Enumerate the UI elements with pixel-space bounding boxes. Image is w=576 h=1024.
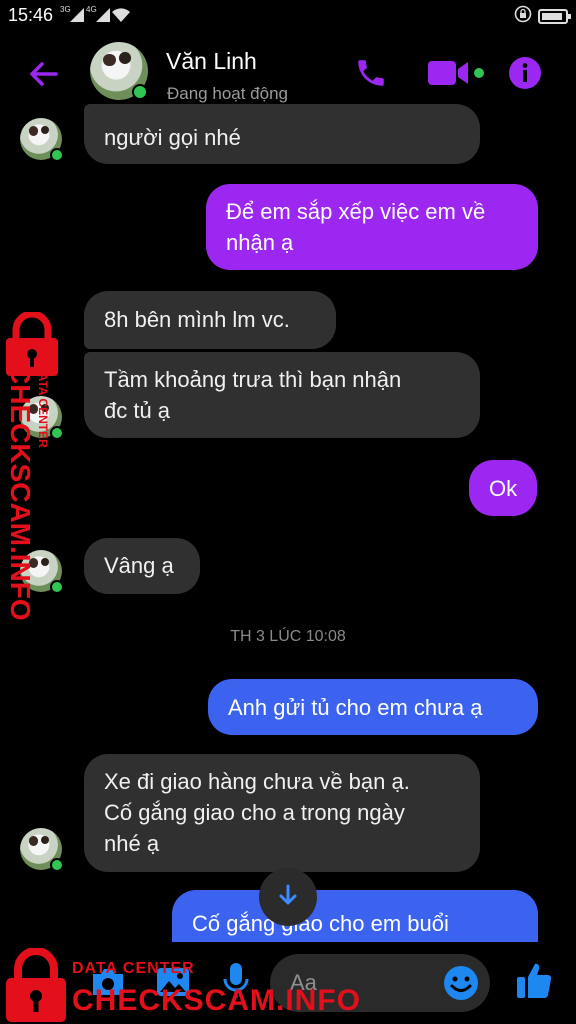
message-text: Cố gắng giao cho em buổi xyxy=(192,911,449,936)
phone-icon[interactable] xyxy=(354,56,388,95)
contact-avatar[interactable] xyxy=(90,42,148,100)
info-icon[interactable] xyxy=(508,56,542,95)
message-text: người gọi nhé xyxy=(104,125,241,150)
signal-icon-2 xyxy=(96,8,110,22)
lock-logo-icon xyxy=(6,948,66,1022)
online-indicator xyxy=(50,858,64,872)
message-text: Để em sắp xếp việc em về nhận ạ xyxy=(226,199,486,255)
battery-icon xyxy=(538,9,571,24)
signal-icon xyxy=(70,8,84,22)
message-bubble-outgoing[interactable]: Ok xyxy=(469,460,537,516)
message-text: Tầm khoảng trưa thì bạn nhận đc tủ ạ xyxy=(104,367,402,423)
status-time: 15:46 xyxy=(8,5,54,25)
thumbs-up-icon[interactable] xyxy=(516,962,552,1005)
contact-name[interactable]: Văn Linh xyxy=(166,48,257,75)
watermark-subtext-vertical: DATA CENTER xyxy=(36,364,50,448)
online-indicator xyxy=(50,148,64,162)
contact-status: Đang hoạt động xyxy=(167,84,288,103)
message-bubble-incoming[interactable]: Tầm khoảng trưa thì bạn nhận đc tủ ạ xyxy=(84,352,480,438)
scroll-to-bottom-button[interactable] xyxy=(259,868,317,926)
watermark-text: CHECKSCAM.INFO xyxy=(72,984,361,1017)
message-text: 8h bên mình lm vc. xyxy=(104,307,290,332)
online-indicator xyxy=(132,84,148,100)
wifi-icon xyxy=(112,8,130,22)
message-text: Anh gửi tủ cho em chưa ạ xyxy=(228,695,483,720)
message-text: Ok xyxy=(489,476,518,501)
video-online-indicator xyxy=(472,66,486,80)
message-text: Vâng ạ xyxy=(104,553,174,578)
status-bar: 15:46 3G 4G xyxy=(0,0,576,32)
lock-rotation-icon xyxy=(514,5,532,28)
message-bubble-incoming[interactable]: Vâng ạ xyxy=(84,538,200,594)
message-bubble-incoming[interactable]: 8h bên mình lm vc. xyxy=(84,291,336,349)
watermark-vertical: CHECKSCAM.INFO DATA CENTER xyxy=(0,312,60,621)
sender-avatar[interactable] xyxy=(20,118,64,162)
sender-avatar[interactable] xyxy=(20,828,64,872)
message-text: Xe đi giao hàng chưa về bạn ạ. Cố gắng g… xyxy=(104,769,410,856)
video-camera-icon[interactable] xyxy=(428,58,470,93)
message-bubble-outgoing[interactable]: Anh gửi tủ cho em chưa ạ xyxy=(208,679,538,735)
emoji-icon[interactable] xyxy=(442,964,480,1007)
watermark-subtext: DATA CENTER xyxy=(72,960,195,977)
arrow-down-icon xyxy=(275,882,301,913)
online-indicator xyxy=(50,580,64,594)
timestamp-divider: TH 3 LÚC 10:08 xyxy=(230,628,346,645)
message-bubble-incoming[interactable]: người gọi nhé xyxy=(84,104,480,164)
back-arrow-icon[interactable] xyxy=(26,56,62,92)
watermark-text-vertical: CHECKSCAM.INFO xyxy=(5,364,36,621)
message-bubble-outgoing[interactable]: Để em sắp xếp việc em về nhận ạ xyxy=(206,184,538,270)
message-bubble-incoming[interactable]: Xe đi giao hàng chưa về bạn ạ. Cố gắng g… xyxy=(84,754,480,872)
watermark-bottom: DATA CENTER CHECKSCAM.INFO xyxy=(0,948,360,1024)
